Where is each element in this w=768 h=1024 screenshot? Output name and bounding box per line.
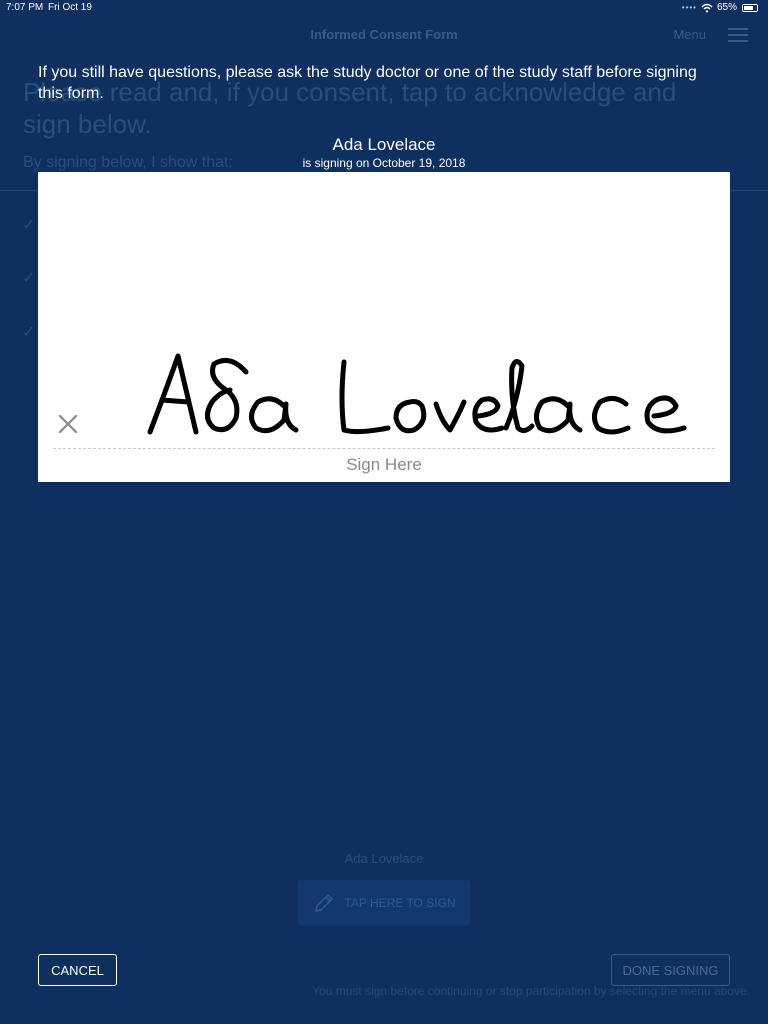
nav-title: Informed Consent Form xyxy=(310,27,458,42)
signer-label: Ada Lovelace xyxy=(344,851,424,866)
signing-instructions: If you still have questions, please ask … xyxy=(38,64,697,102)
menu-button[interactable]: Menu xyxy=(673,27,706,42)
cancel-button[interactable]: CANCEL xyxy=(38,954,117,986)
sign-here-label: Sign Here xyxy=(346,455,422,474)
signature-screen: 7:07 PM Fri Oct 19 •••• 65% Informed Con… xyxy=(0,0,768,1024)
battery-percent: 65% xyxy=(716,2,737,13)
battery-icon xyxy=(742,4,758,12)
tap-to-sign-button: TAP HERE TO SIGN xyxy=(298,880,470,926)
clear-signature-button[interactable] xyxy=(56,412,80,436)
nav-bar: Informed Consent Form Menu xyxy=(0,16,768,52)
wifi-icon xyxy=(701,3,713,13)
check-item-2: ✓ xyxy=(22,270,36,287)
status-date: Fri Oct 19 xyxy=(48,2,92,13)
close-icon xyxy=(58,414,78,434)
status-time: 7:07 PM xyxy=(6,2,44,13)
status-indicators: •••• 65% xyxy=(682,0,758,16)
check-item-3: ✓ xyxy=(22,324,36,341)
signing-date: is signing on October 19, 2018 xyxy=(302,156,466,170)
done-signing-button: DONE SIGNING xyxy=(611,954,730,986)
status-bar: 7:07 PM Fri Oct 19 •••• 65% xyxy=(0,0,768,16)
signer-name: Ada Lovelace xyxy=(332,135,436,154)
hamburger-icon[interactable] xyxy=(728,28,748,46)
signature-pad[interactable]: Sign Here xyxy=(38,172,730,482)
handwritten-signature xyxy=(147,353,687,435)
signal-dots-icon: •••• xyxy=(681,3,697,12)
signature-line xyxy=(53,448,715,449)
pencil-icon xyxy=(315,893,334,912)
check-item-1: ✓ xyxy=(22,217,36,234)
signing-note: You must sign before continuing or stop … xyxy=(312,984,750,998)
tap-to-sign-label: TAP HERE TO SIGN xyxy=(344,896,456,910)
